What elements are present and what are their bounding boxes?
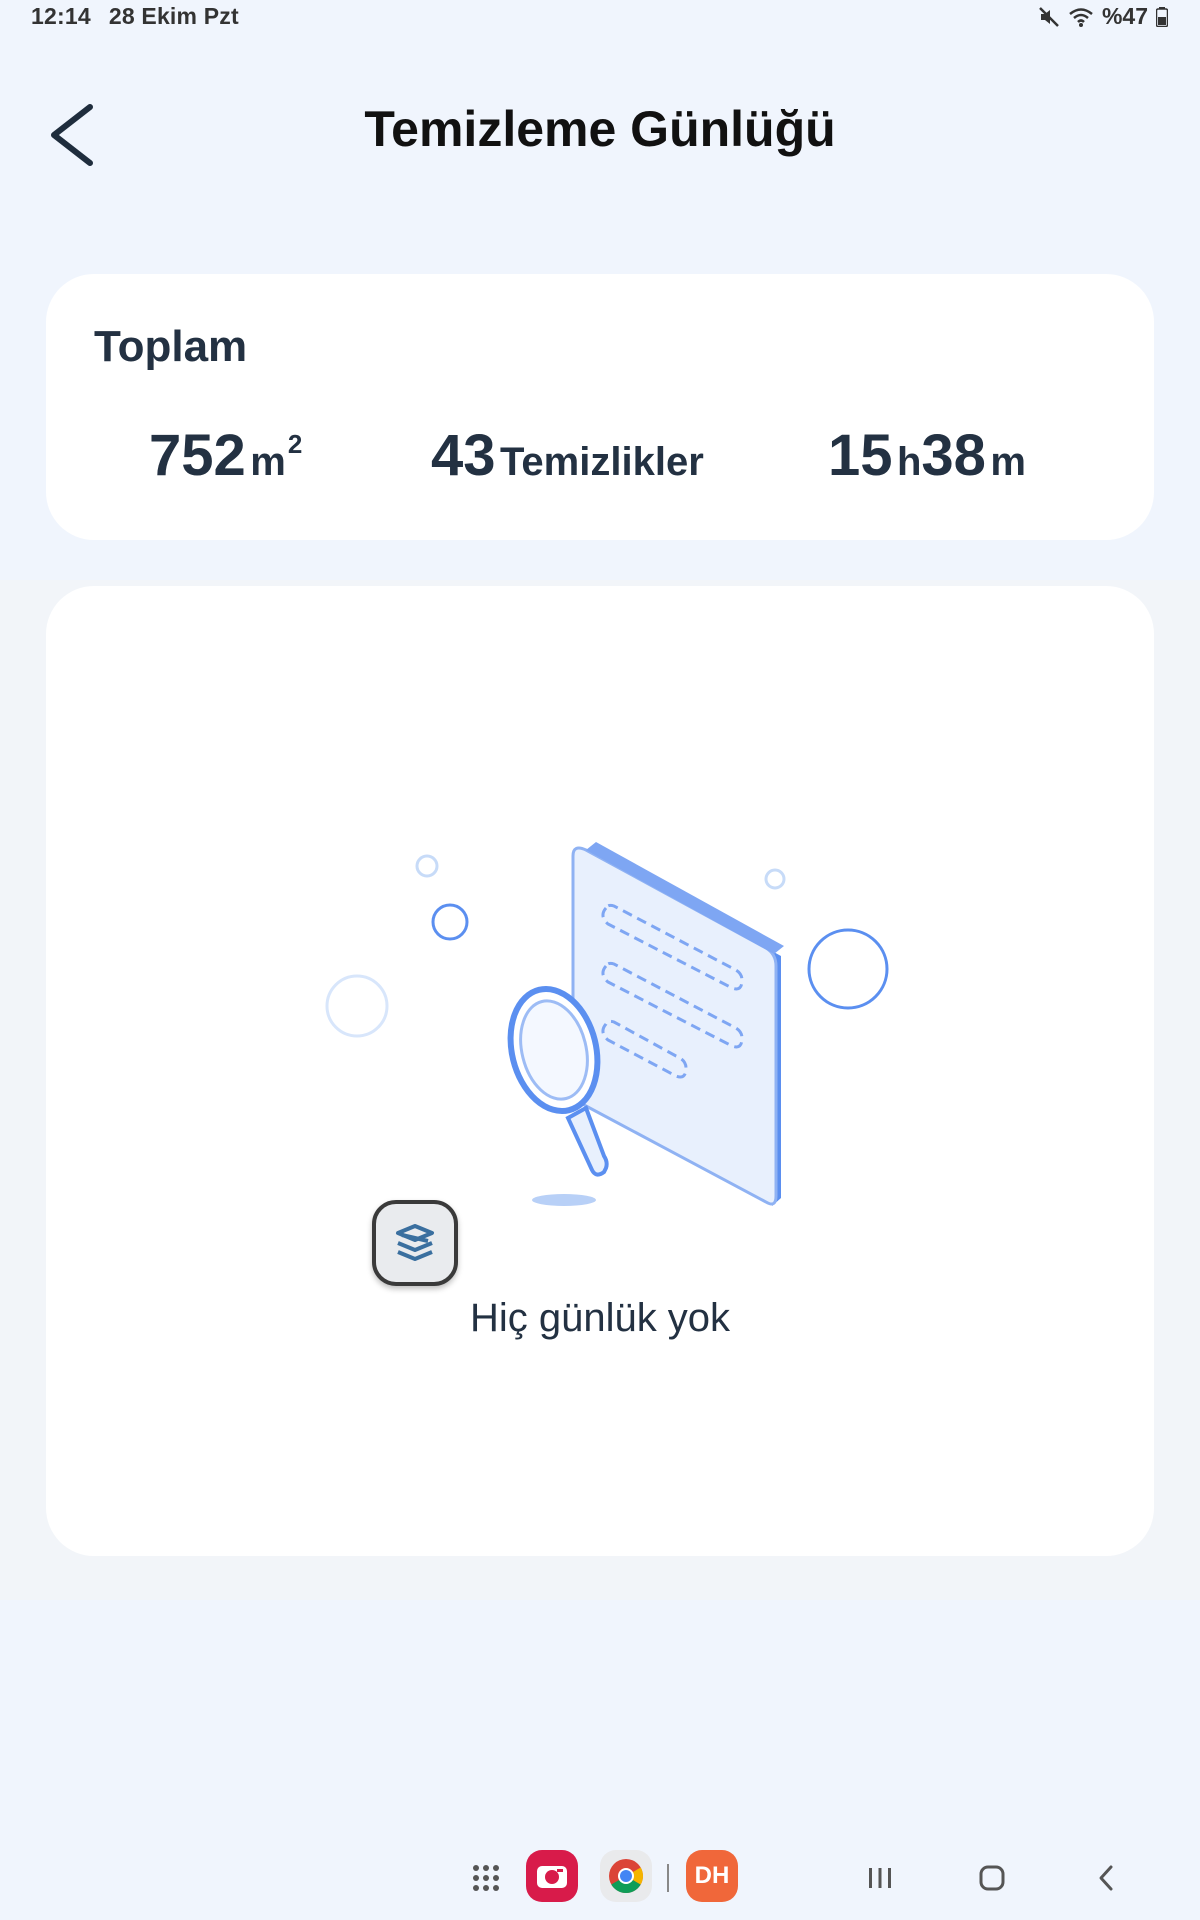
count-unit: Temizlikler — [499, 440, 704, 484]
cleaning-count-stat: 43 Temizlikler — [431, 422, 704, 489]
page-title: Temizleme Günlüğü — [364, 101, 836, 157]
nav-back-button[interactable] — [1086, 1858, 1126, 1898]
time-minutes-unit: m — [990, 440, 1026, 484]
camera-app-button[interactable] — [526, 1850, 578, 1902]
summary-title: Toplam — [94, 322, 248, 371]
app-logo-icon — [396, 1224, 434, 1261]
empty-state-message: Hiç günlük yok — [469, 1296, 731, 1340]
camera-app-icon — [537, 1866, 567, 1888]
nav-back-icon — [1099, 1865, 1113, 1891]
battery-icon — [1156, 6, 1168, 27]
time-minutes: 38 — [921, 423, 986, 488]
status-date: 28 Ekim Pzt — [108, 3, 239, 29]
status-time: 12:14 — [31, 3, 91, 29]
home-icon — [979, 1865, 1005, 1891]
total-area-stat: 752 m2 — [149, 422, 302, 489]
log-list-card: Hiç günlük yok — [46, 586, 1154, 1556]
time-hours: 15 — [828, 423, 893, 488]
battery-percent: %47 — [1101, 3, 1148, 29]
document-magnifier-illustration — [325, 842, 889, 1206]
dh-app-button[interactable]: DH — [686, 1850, 738, 1902]
summary-card: Toplam 752 m2 43 Temizlikler 15 h38 m — [46, 274, 1154, 540]
total-time-stat: 15 h38 m — [828, 422, 1026, 489]
floating-app-badge[interactable] — [372, 1200, 458, 1286]
dh-app-icon: DH — [694, 1862, 730, 1889]
time-hours-unit: h — [896, 440, 922, 484]
app-grid-icon — [473, 1865, 499, 1891]
area-unit: m2 — [250, 429, 303, 484]
chrome-app-icon — [609, 1859, 643, 1893]
wifi-icon — [1069, 7, 1093, 27]
recents-icon — [869, 1868, 891, 1888]
app-grid-button[interactable] — [468, 1860, 504, 1896]
status-icons: %47 — [1038, 3, 1168, 30]
count-value: 43 — [431, 423, 496, 488]
status-time-date: 12:14 28 Ekim Pzt — [31, 3, 239, 30]
home-button[interactable] — [972, 1858, 1012, 1898]
navigation-bar: DH — [0, 1840, 1200, 1920]
dock-divider — [667, 1864, 669, 1892]
status-bar: 12:14 28 Ekim Pzt %47 — [0, 0, 1200, 36]
chrome-app-button[interactable] — [600, 1850, 652, 1902]
recents-button[interactable] — [860, 1858, 900, 1898]
area-value: 752 — [149, 423, 246, 488]
mute-icon — [1039, 6, 1059, 27]
